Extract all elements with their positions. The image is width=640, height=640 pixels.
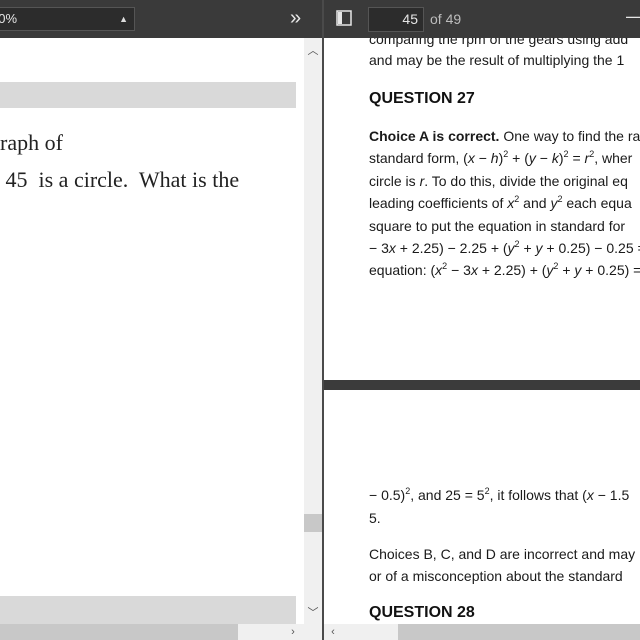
page-number-input[interactable]: 45 — [368, 7, 424, 32]
page-footer-band — [0, 596, 296, 624]
double-chevron-right-icon[interactable]: » — [290, 6, 301, 30]
page-total-label: of 49 — [430, 11, 462, 27]
scroll-down-icon[interactable]: ﹀ — [304, 604, 322, 620]
right-document-page: comparing the rpm of the gears using add… — [324, 38, 640, 380]
scroll-up-icon[interactable]: ︿ — [304, 42, 322, 58]
right-horizontal-scroll-thumb[interactable] — [398, 624, 640, 640]
right-document-page-next: − 0.5)2, and 25 = 52, it follows that (x… — [324, 390, 640, 624]
answer-line-1: Choice A is correct. One way to find the… — [369, 128, 640, 144]
left-horizontal-scroll-thumb[interactable] — [0, 624, 238, 640]
question-27-heading: QUESTION 27 — [369, 90, 475, 107]
question-28-heading: QUESTION 28 — [369, 604, 475, 621]
answer-line-7: equation: (x2 − 3x + 2.25) + (y2 + y + 0… — [369, 261, 640, 279]
continued-line-1: − 0.5)2, and 25 = 52, it follows that (x… — [369, 486, 630, 504]
page-header-band — [0, 82, 296, 108]
answer-line-6: − 3x + 2.25) − 2.25 + (y2 + y + 0.25) − … — [369, 239, 640, 257]
question-text-line-1: raph of — [0, 130, 63, 155]
doc-line-clipped: comparing the rpm of the gears using add — [369, 38, 629, 47]
question-text-line-2: 45 is a circle. What is the — [0, 167, 240, 192]
page-separator — [324, 380, 640, 390]
left-document-page: raph of 45 is a circle. What is the — [0, 38, 304, 624]
answer-line-2: standard form, (x − h)2 + (y − k)2 = r2,… — [369, 149, 633, 167]
incorrect-line-1: Choices B, C, and D are incorrect and ma… — [369, 546, 636, 562]
incorrect-line-2: or of a misconception about the standard — [369, 568, 623, 584]
left-vertical-scroll-thumb[interactable] — [304, 514, 322, 532]
zoom-value: 50% — [0, 11, 18, 26]
answer-line-4: leading coefficients of x2 and y2 each e… — [369, 194, 632, 212]
scroll-left-icon[interactable]: ‹ — [324, 624, 342, 640]
scrollbar-corner — [304, 624, 322, 640]
answer-line-3: circle is r. To do this, divide the orig… — [369, 173, 628, 189]
answer-text: One way to find the ra — [499, 128, 640, 144]
continued-line-2: 5. — [369, 510, 381, 526]
zoom-select[interactable]: 50% ▲▼ — [0, 7, 135, 46]
sidebar-toggle-icon[interactable] — [336, 10, 352, 26]
left-vertical-scrollbar[interactable]: ︿ ﹀ — [304, 38, 322, 624]
answer-label: Choice A is correct. — [369, 128, 500, 144]
zoom-out-icon[interactable]: — — [626, 6, 640, 27]
scroll-right-icon[interactable]: › — [284, 624, 302, 640]
doc-line: and may be the result of multiplying the… — [369, 52, 625, 68]
answer-line-5: square to put the equation in standard f… — [369, 218, 626, 234]
